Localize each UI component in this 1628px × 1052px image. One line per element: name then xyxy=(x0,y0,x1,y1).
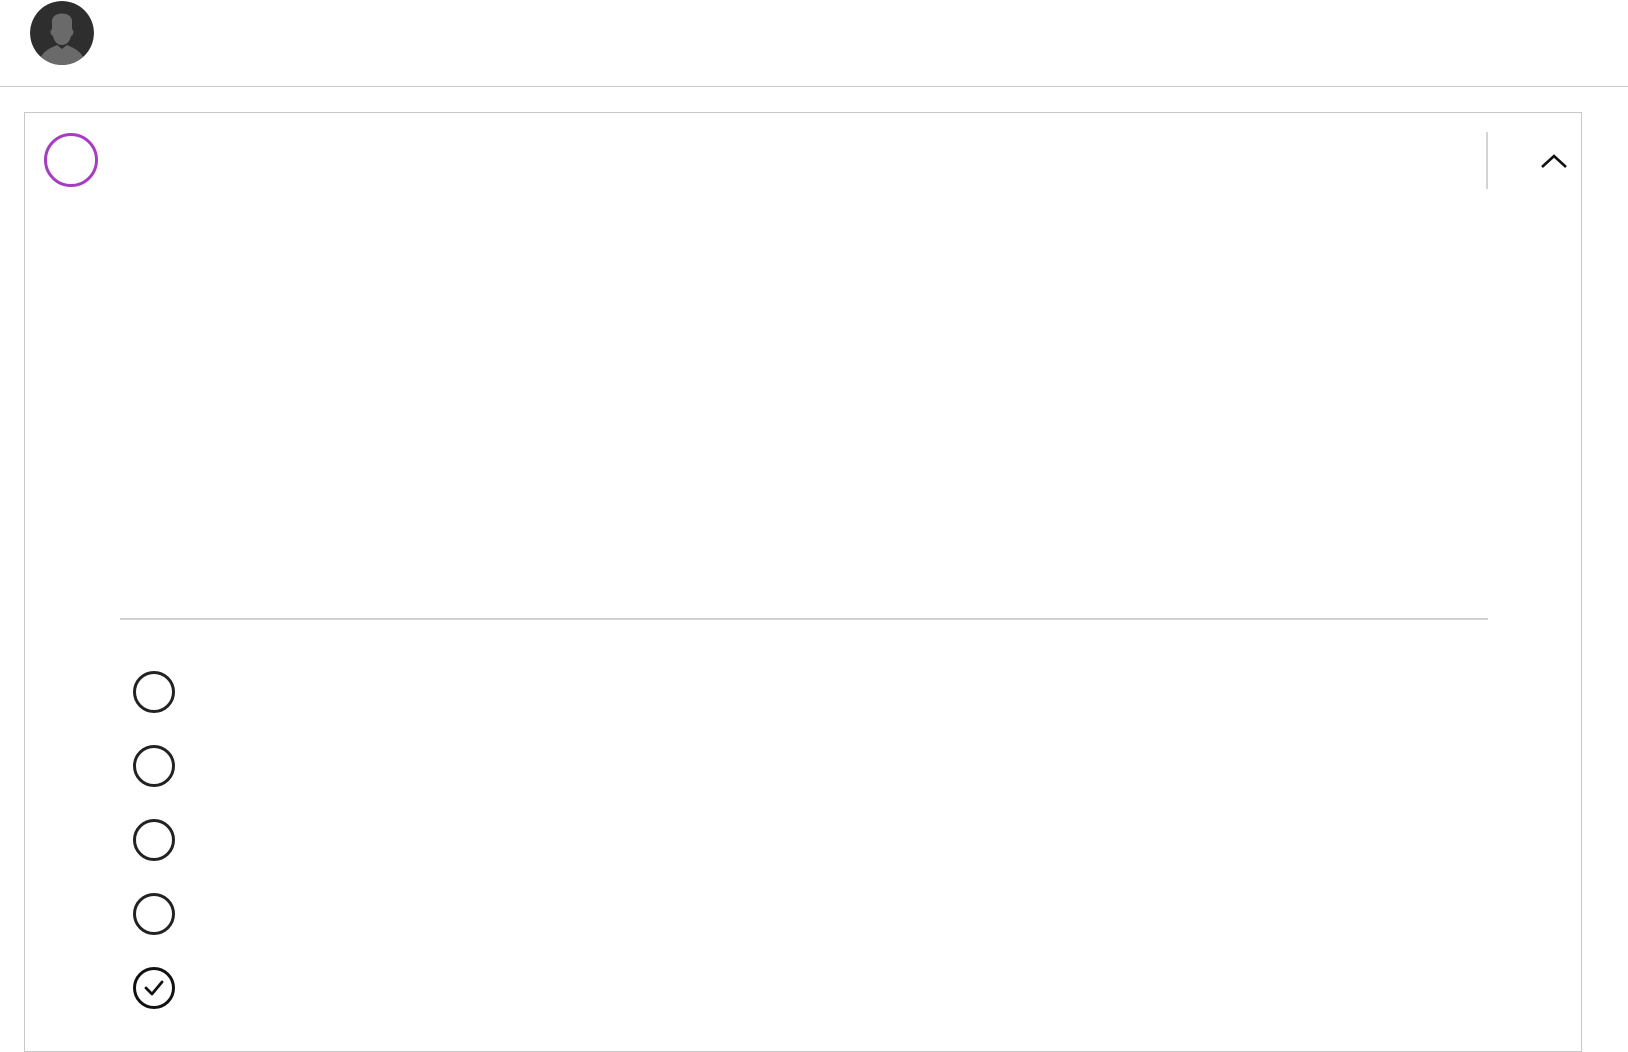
answer-divider xyxy=(120,618,1488,620)
question-body xyxy=(119,203,1487,603)
radio-checked-icon[interactable] xyxy=(133,967,175,1009)
top-header xyxy=(0,0,1628,87)
radio-unchecked-icon[interactable] xyxy=(133,893,175,935)
collapse-button[interactable] xyxy=(1530,137,1578,185)
radio-unchecked-icon[interactable] xyxy=(133,745,175,787)
answer-option[interactable] xyxy=(133,967,1473,1041)
question-status-indicator xyxy=(44,133,98,187)
card-header-divider xyxy=(1486,132,1488,189)
answer-option[interactable] xyxy=(133,671,1473,745)
answer-option[interactable] xyxy=(133,819,1473,893)
answer-option[interactable] xyxy=(133,745,1473,819)
user-avatar-icon[interactable] xyxy=(30,1,94,65)
answer-option[interactable] xyxy=(133,893,1473,967)
radio-unchecked-icon[interactable] xyxy=(133,819,175,861)
chevron-up-icon xyxy=(1541,154,1567,168)
answer-options xyxy=(133,671,1473,1041)
checkmark-icon xyxy=(144,980,164,996)
radio-unchecked-icon[interactable] xyxy=(133,671,175,713)
question-card xyxy=(24,112,1582,1052)
